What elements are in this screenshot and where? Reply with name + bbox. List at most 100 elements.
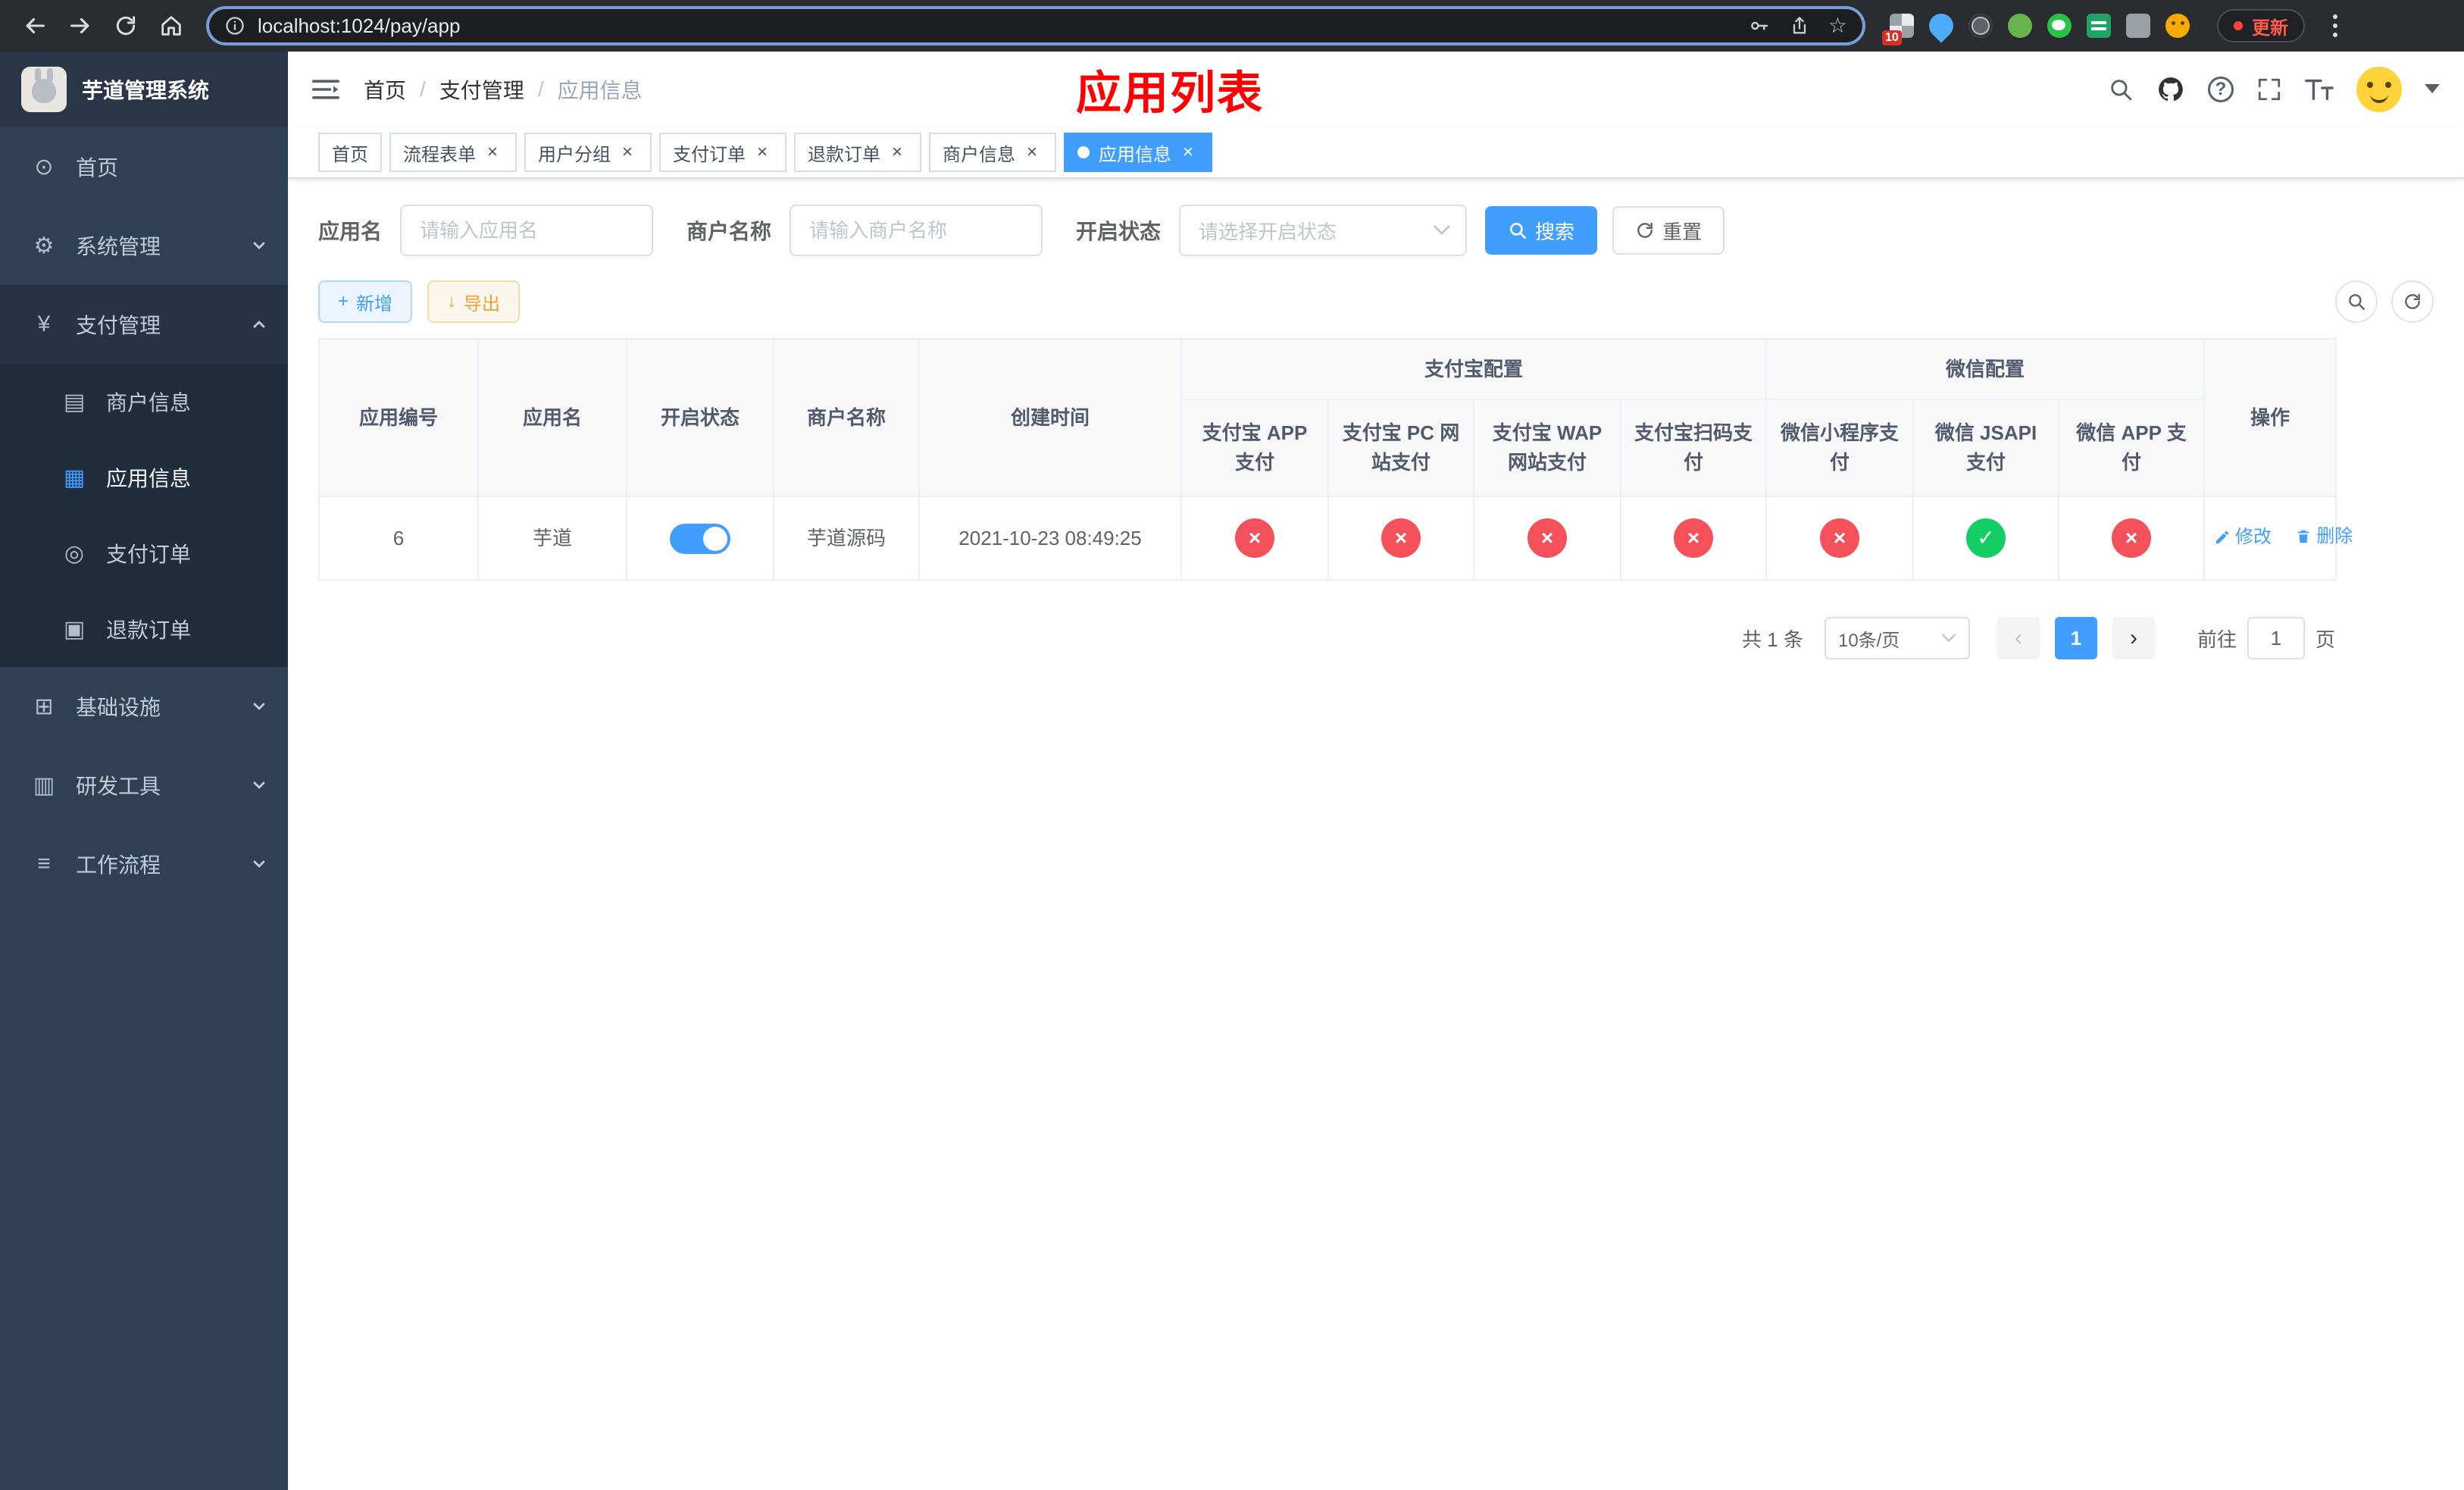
group-header-alipay: 支付宝配置 xyxy=(1180,338,1768,400)
extension-dark-icon[interactable] xyxy=(1968,14,1993,38)
extension-grid-icon[interactable]: 10 xyxy=(1882,14,1914,45)
extension-emoji-icon[interactable] xyxy=(2165,14,2190,38)
caret-down-icon[interactable] xyxy=(2425,84,2440,95)
export-button[interactable]: ↓ 导出 xyxy=(427,280,521,323)
status-toggle[interactable] xyxy=(670,523,730,554)
sidebar-item-home[interactable]: ⊙ 首页 xyxy=(0,127,288,206)
tab-process-form[interactable]: 流程表单 × xyxy=(389,133,517,172)
github-icon[interactable] xyxy=(2156,75,2185,104)
font-size-icon[interactable] xyxy=(2305,78,2334,101)
close-icon[interactable]: × xyxy=(1177,142,1199,163)
wechat-mini-status-icon: × xyxy=(1820,518,1860,558)
merchant-name-input[interactable] xyxy=(790,205,1043,256)
extension-puzzle-icon[interactable] xyxy=(2126,14,2150,38)
col-header-alipay-pc: 支付宝 PC 网站支付 xyxy=(1327,399,1474,497)
extension-avatar-icon[interactable] xyxy=(2008,14,2032,38)
add-button[interactable]: + 新增 xyxy=(318,280,413,323)
site-info-icon[interactable] xyxy=(224,15,245,36)
app-logo: 芋道管理系统 xyxy=(0,52,288,127)
tab-user-group[interactable]: 用户分组 × xyxy=(524,133,652,172)
goto-page-input[interactable] xyxy=(2247,617,2305,659)
extension-row: 10 xyxy=(1882,8,2190,45)
alipay-wap-status-icon: × xyxy=(1527,518,1567,558)
col-header-merchant: 商户名称 xyxy=(773,338,920,497)
extension-notes-icon[interactable] xyxy=(2087,14,2111,38)
edit-button[interactable]: 修改 xyxy=(2214,524,2272,551)
home-icon[interactable] xyxy=(152,6,191,45)
close-icon[interactable]: × xyxy=(886,142,908,163)
page-title: 应用列表 xyxy=(1076,67,1264,119)
col-header-alipay-qr: 支付宝扫码支付 xyxy=(1619,399,1768,497)
alipay-qr-status-icon: × xyxy=(1674,518,1713,558)
forward-icon[interactable] xyxy=(61,6,100,45)
tab-refund-order[interactable]: 退款订单 × xyxy=(794,133,921,172)
password-key-icon[interactable] xyxy=(1748,14,1771,37)
breadcrumb-payment[interactable]: 支付管理 xyxy=(439,74,524,105)
toggle-search-button[interactable] xyxy=(2335,280,2378,323)
close-icon[interactable]: × xyxy=(1021,142,1043,163)
chrome-update-button[interactable]: 更新 xyxy=(2217,9,2305,42)
extension-raindrop-icon[interactable] xyxy=(1924,8,1959,43)
devtools-icon: ▥ xyxy=(33,772,55,798)
prev-page-button[interactable]: ‹ xyxy=(1997,617,2040,659)
search-icon[interactable] xyxy=(2108,77,2134,102)
sidebar-item-infrastructure[interactable]: ⊞ 基础设施 xyxy=(0,667,288,746)
top-navbar: 首页 / 支付管理 / 应用信息 应用列表 ? xyxy=(288,52,2464,127)
gear-icon: ⚙ xyxy=(33,233,55,258)
sidebar-item-merchant-info[interactable]: ▤ 商户信息 xyxy=(0,364,288,440)
sidebar-item-app-info[interactable]: ▦ 应用信息 xyxy=(0,440,288,515)
page-1-button[interactable]: 1 xyxy=(2054,617,2097,659)
breadcrumb-home[interactable]: 首页 xyxy=(364,74,406,105)
workflow-icon: ≡ xyxy=(37,851,51,876)
logo-image xyxy=(21,67,67,112)
tab-payment-order[interactable]: 支付订单 × xyxy=(659,133,786,172)
sidebar-item-system-management[interactable]: ⚙ 系统管理 xyxy=(0,206,288,285)
refresh-table-button[interactable] xyxy=(2391,280,2434,323)
reload-icon[interactable] xyxy=(106,6,145,45)
sidebar-item-payment-order[interactable]: ◎ 支付订单 xyxy=(0,515,288,591)
bookmark-star-icon[interactable]: ☆ xyxy=(1828,15,1847,36)
app-name-input[interactable] xyxy=(400,205,654,256)
wechat-app-status-icon: × xyxy=(2112,518,2152,558)
sidebar-toggle-icon[interactable] xyxy=(312,77,339,102)
tags-view-bar: 首页 流程表单 × 用户分组 × 支付订单 × 退款订单 × 商户信息 × 应用… xyxy=(288,127,2464,179)
sidebar: 芋道管理系统 ⊙ 首页 ⚙ 系统管理 ¥ 支付管理 ▤ 商户信息 ▦ 应用信息 … xyxy=(0,52,288,1490)
dashboard-icon: ⊙ xyxy=(34,154,54,180)
sidebar-item-workflow[interactable]: ≡ 工作流程 xyxy=(0,825,288,903)
status-select[interactable]: 请选择开启状态 xyxy=(1179,205,1468,256)
sidebar-item-dev-tools[interactable]: ▥ 研发工具 xyxy=(0,746,288,825)
back-icon[interactable] xyxy=(15,6,55,45)
close-icon[interactable]: × xyxy=(752,142,773,163)
plus-icon: + xyxy=(338,291,349,311)
close-icon[interactable]: × xyxy=(482,142,503,163)
extension-wechat-icon[interactable] xyxy=(2047,14,2072,38)
search-button[interactable]: 搜索 xyxy=(1485,206,1598,255)
page-size-select[interactable]: 10条/页 xyxy=(1824,617,1970,659)
share-icon[interactable] xyxy=(1789,14,1810,37)
help-icon[interactable]: ? xyxy=(2208,77,2234,102)
reset-button[interactable]: 重置 xyxy=(1612,206,1725,255)
delete-button[interactable]: 删除 xyxy=(2295,523,2353,550)
payment-submenu: ▤ 商户信息 ▦ 应用信息 ◎ 支付订单 ▣ 退款订单 xyxy=(0,364,288,667)
merchant-name-label: 商户名称 xyxy=(686,220,772,243)
chevron-down-icon xyxy=(252,856,267,872)
address-bar[interactable]: localhost:1024/pay/app ☆ xyxy=(206,6,1865,45)
page-content: 应用名 商户名称 开启状态 请选择开启状态 搜索 重置 xyxy=(288,179,2464,1490)
sidebar-item-payment-management[interactable]: ¥ 支付管理 xyxy=(0,285,288,364)
fullscreen-icon[interactable] xyxy=(2256,77,2282,102)
col-header-wechat-app: 微信 APP 支付 xyxy=(2058,399,2206,497)
browser-menu-icon[interactable] xyxy=(2320,9,2350,42)
page-unit-label: 页 xyxy=(2315,628,2335,651)
tab-app-info[interactable]: 应用信息 × xyxy=(1064,133,1212,172)
close-icon[interactable]: × xyxy=(617,142,638,163)
user-avatar[interactable] xyxy=(2356,67,2402,112)
tab-home[interactable]: 首页 xyxy=(318,133,382,172)
active-dot-icon xyxy=(1077,146,1090,158)
table-toolbar: + 新增 ↓ 导出 xyxy=(318,280,2434,323)
sidebar-item-refund-order[interactable]: ▣ 退款订单 xyxy=(0,591,288,667)
col-header-status: 开启状态 xyxy=(626,338,774,497)
tab-merchant-info[interactable]: 商户信息 × xyxy=(929,133,1056,172)
next-page-button[interactable]: › xyxy=(2112,617,2155,659)
goto-label: 前往 xyxy=(2197,628,2237,651)
breadcrumb: 首页 / 支付管理 / 应用信息 xyxy=(364,74,643,105)
